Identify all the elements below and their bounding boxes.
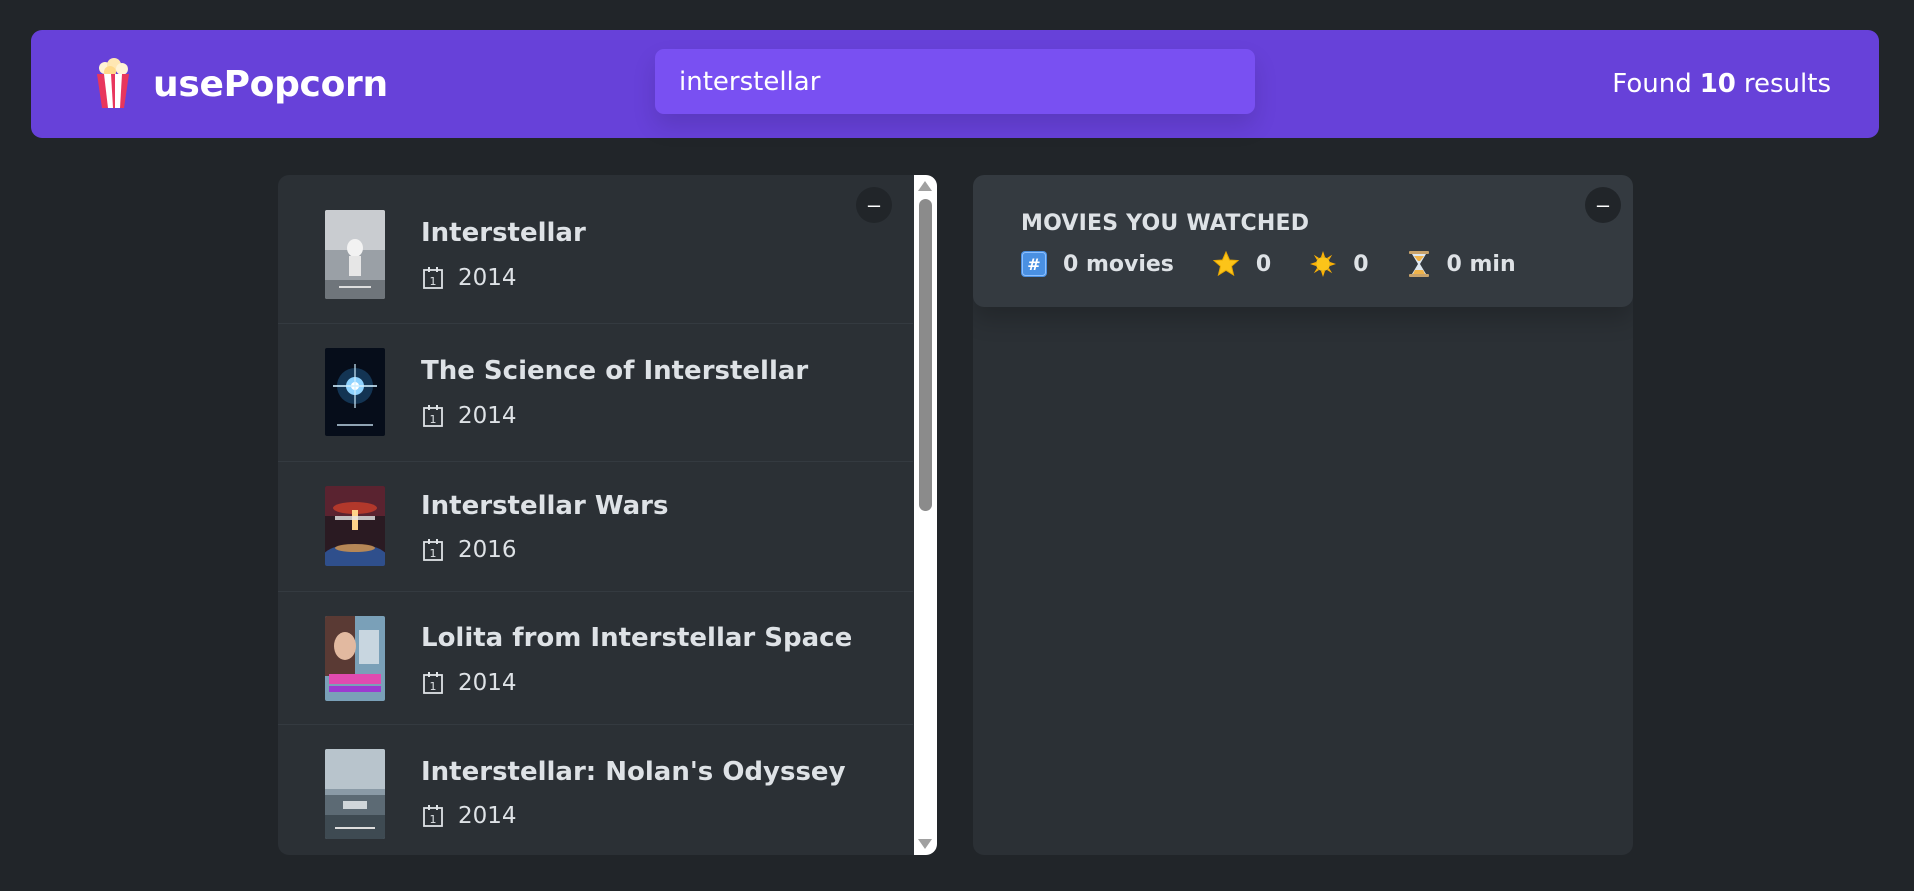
movie-list-item[interactable]: Interstellar 1 2014 [278, 175, 913, 324]
movie-poster [325, 486, 385, 566]
hourglass-icon [1408, 251, 1429, 277]
svg-text:1: 1 [430, 813, 437, 826]
movie-list: Interstellar 1 2014 The Science of Inter… [278, 175, 913, 855]
collapse-list-button[interactable]: – [856, 187, 892, 223]
movie-title: Interstellar Wars [421, 491, 669, 521]
list-scrollbar[interactable] [914, 175, 937, 855]
svg-text:1: 1 [430, 680, 437, 693]
movie-year-value: 2016 [458, 537, 517, 563]
movie-list-item[interactable]: The Science of Interstellar 1 2014 [278, 324, 913, 462]
stat-movies: # 0 movies [1021, 251, 1174, 277]
movie-list-item[interactable]: Interstellar: Nolan's Odyssey 1 2014 [278, 725, 913, 855]
scroll-thumb[interactable] [919, 199, 932, 511]
calendar-icon: 1 [423, 672, 443, 694]
movie-title: Interstellar [421, 218, 586, 248]
movie-year-value: 2014 [458, 670, 517, 696]
movie-year: 1 2014 [422, 670, 517, 696]
movie-year: 1 2014 [422, 803, 517, 829]
movie-poster [325, 348, 385, 436]
search-input[interactable] [655, 49, 1255, 114]
collapse-watched-button[interactable]: – [1585, 187, 1621, 223]
stat-imdb-value: 0 [1255, 251, 1272, 277]
watched-stats: # 0 movies 0 0 0 min [1021, 250, 1554, 278]
movie-year: 1 2014 [422, 403, 517, 429]
calendar-icon: 1 [423, 539, 443, 561]
movie-list-item[interactable]: Interstellar Wars 1 2016 [278, 462, 913, 592]
movie-poster [325, 210, 385, 299]
calendar-icon: 1 [423, 805, 443, 827]
stat-runtime: 0 min [1407, 250, 1516, 278]
svg-text:1: 1 [430, 547, 437, 560]
watched-heading: Movies you watched [1021, 211, 1310, 236]
results-number: 10 [1699, 69, 1736, 99]
hash-icon: # [1021, 251, 1047, 277]
movie-title: The Science of Interstellar [421, 356, 809, 386]
logo: usePopcorn [93, 30, 388, 138]
stat-user-rating: 0 [1309, 250, 1369, 278]
stat-runtime-value: 0 min [1446, 251, 1516, 277]
star-icon [1212, 250, 1240, 277]
sun-icon [1310, 251, 1337, 277]
watched-box: – Movies you watched # 0 movies 0 [973, 175, 1633, 855]
movie-year-value: 2014 [458, 265, 517, 291]
stat-imdb-rating: 0 [1212, 250, 1271, 278]
movie-year-value: 2014 [458, 803, 517, 829]
stat-movies-value: 0 movies [1063, 251, 1174, 277]
movie-title: Interstellar: Nolan's Odyssey [421, 757, 846, 787]
movie-year: 1 2014 [422, 265, 517, 291]
stat-user-rating-value: 0 [1353, 251, 1369, 277]
scroll-up-arrow-icon[interactable] [918, 181, 932, 191]
results-count: Found 10 results [1612, 30, 1831, 138]
movie-poster [325, 749, 385, 839]
results-suffix: results [1743, 69, 1831, 99]
watched-summary: Movies you watched # 0 movies 0 [973, 175, 1633, 307]
movie-title: Lolita from Interstellar Space [421, 623, 853, 653]
svg-text:#: # [1027, 255, 1040, 274]
navbar: usePopcorn Found 10 results [31, 30, 1879, 138]
svg-text:1: 1 [430, 413, 437, 426]
movie-list-box: – Interstellar 1 2014 The Science of Int… [278, 175, 937, 855]
svg-text:1: 1 [430, 275, 437, 288]
movie-poster [325, 616, 385, 701]
movie-year: 1 2016 [422, 537, 517, 563]
movie-year-value: 2014 [458, 403, 517, 429]
app-title: usePopcorn [153, 63, 388, 105]
calendar-icon: 1 [423, 267, 443, 289]
popcorn-icon [97, 58, 129, 108]
movie-list-item[interactable]: Lolita from Interstellar Space 1 2014 [278, 592, 913, 725]
results-prefix: Found [1612, 69, 1692, 99]
calendar-icon: 1 [423, 405, 443, 427]
scroll-down-arrow-icon[interactable] [918, 839, 932, 849]
